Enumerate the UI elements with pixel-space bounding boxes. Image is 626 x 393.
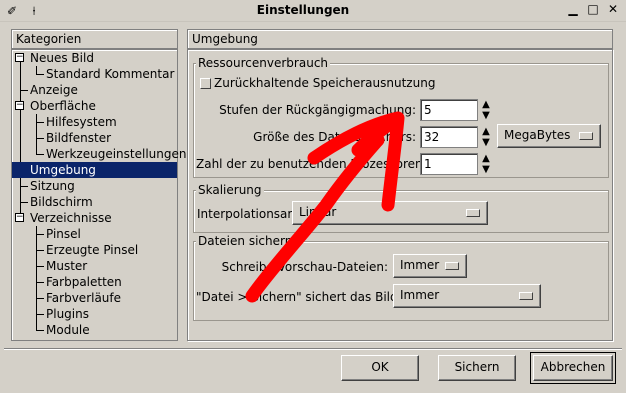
annotation-overlay (245, 111, 405, 303)
red-arrow-annotation (245, 111, 405, 303)
